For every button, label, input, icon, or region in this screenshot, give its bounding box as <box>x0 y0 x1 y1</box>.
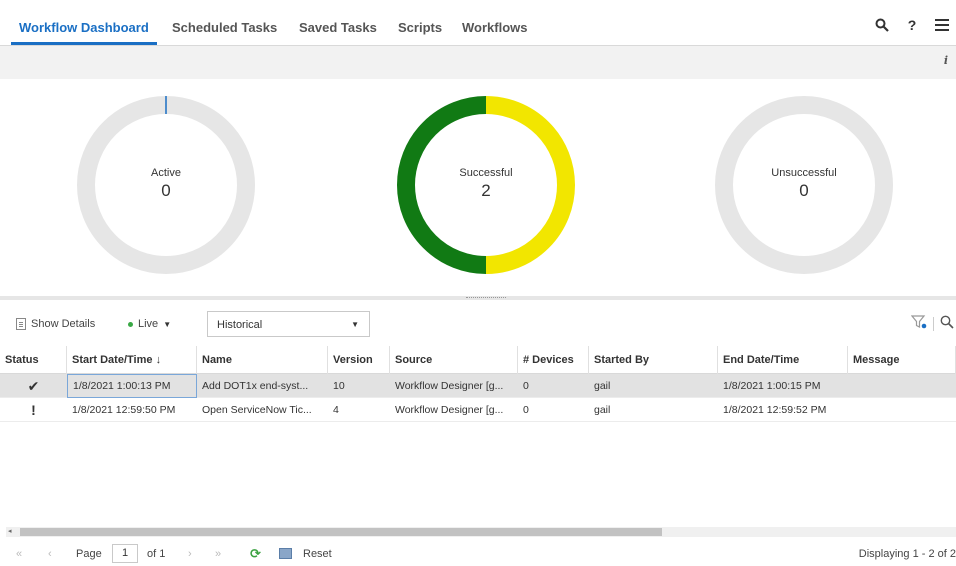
grid-toolbar: Show Details Live ▼ Historical ▼ <box>0 300 956 346</box>
cell-version[interactable]: 4 <box>328 398 390 422</box>
column-header-version[interactable]: Version <box>328 346 390 374</box>
live-status-dot-icon <box>128 321 133 327</box>
tab-workflows[interactable]: Workflows <box>462 20 528 35</box>
displaying-count: Displaying 1 - 2 of 2 <box>858 548 956 560</box>
caret-down-icon: ▼ <box>163 319 172 329</box>
tab-bar: Workflow Dashboard Scheduled Tasks Saved… <box>0 0 956 46</box>
column-header-name[interactable]: Name <box>197 346 328 374</box>
cell-name[interactable]: Add DOT1x end-syst... <box>197 374 328 398</box>
refresh-icon[interactable]: ⟳ <box>250 546 261 562</box>
column-header-status[interactable]: Status <box>0 346 67 374</box>
page-count-label: of 1 <box>147 548 166 560</box>
history-mode-value: Historical <box>217 319 263 331</box>
summary-charts: Active 0 Successful 2 Unsuccessful 0 <box>0 79 956 296</box>
workflow-history-table: Status Start Date/Time ↓ Name Version So… <box>0 346 956 422</box>
donut-value: 0 <box>799 181 809 200</box>
help-icon[interactable]: ? <box>904 17 920 33</box>
cell-version[interactable]: 10 <box>328 374 390 398</box>
unsuccessful-donut[interactable]: Unsuccessful 0 <box>714 95 894 275</box>
splitter-grip[interactable] <box>466 297 506 299</box>
active-donut[interactable]: Active 0 <box>76 95 256 275</box>
table-row[interactable]: ! 1/8/2021 12:59:50 PM Open ServiceNow T… <box>0 398 956 422</box>
show-details-label: Show Details <box>31 318 96 330</box>
last-page-icon[interactable]: » <box>215 548 221 560</box>
cell-source[interactable]: Workflow Designer [g... <box>390 398 518 422</box>
toolbar-separator <box>933 316 934 331</box>
show-details-button[interactable]: Show Details <box>16 318 95 330</box>
tab-saved-tasks[interactable]: Saved Tasks <box>299 20 377 35</box>
cell-message[interactable] <box>848 398 956 422</box>
column-header-message[interactable]: Message <box>848 346 956 374</box>
next-page-icon[interactable]: › <box>188 548 192 560</box>
column-header-end-date[interactable]: End Date/Time <box>718 346 848 374</box>
page-number-input[interactable]: 1 <box>112 544 138 563</box>
live-dropdown[interactable]: Live ▼ <box>128 318 171 330</box>
cell-devices[interactable]: 0 <box>518 398 589 422</box>
scrollbar-thumb[interactable] <box>20 528 662 536</box>
donut-label: Active <box>151 167 181 179</box>
cell-devices[interactable]: 0 <box>518 374 589 398</box>
cell-source[interactable]: Workflow Designer [g... <box>390 374 518 398</box>
column-header-start-date[interactable]: Start Date/Time ↓ <box>67 346 197 374</box>
successful-donut[interactable]: Successful 2 <box>396 95 576 275</box>
donut-label: Unsuccessful <box>771 167 837 179</box>
warning-exclamation-icon: ! <box>31 402 36 418</box>
info-icon[interactable]: i <box>944 54 948 67</box>
horizontal-scrollbar[interactable]: ◂ <box>6 527 956 537</box>
active-tab-indicator <box>11 42 157 45</box>
scroll-left-arrow-icon[interactable]: ◂ <box>8 527 12 535</box>
donut-label: Successful <box>459 167 513 179</box>
cell-started-by[interactable]: gail <box>589 374 718 398</box>
donut-value: 2 <box>481 181 491 200</box>
live-label: Live <box>138 318 159 330</box>
column-header-started-by[interactable]: Started By <box>589 346 718 374</box>
cell-name[interactable]: Open ServiceNow Tic... <box>197 398 328 422</box>
tab-scripts[interactable]: Scripts <box>398 20 442 35</box>
tab-scheduled-tasks[interactable]: Scheduled Tasks <box>172 20 277 35</box>
cell-end-date[interactable]: 1/8/2021 12:59:52 PM <box>718 398 848 422</box>
sort-down-icon: ↓ <box>155 354 162 366</box>
cell-start-date[interactable]: 1/8/2021 12:59:50 PM <box>67 398 197 422</box>
page-label: Page <box>76 548 102 560</box>
history-mode-select[interactable]: Historical ▼ <box>207 311 370 337</box>
table-row[interactable]: ✔ 1/8/2021 1:00:13 PM Add DOT1x end-syst… <box>0 374 956 398</box>
search-icon[interactable] <box>874 17 890 33</box>
reset-icon[interactable] <box>279 548 292 559</box>
table-header: Status Start Date/Time ↓ Name Version So… <box>0 346 956 374</box>
column-header-label: Start Date/Time <box>72 354 153 366</box>
filter-icon[interactable] <box>910 315 927 332</box>
success-check-icon: ✔ <box>27 378 40 394</box>
paging-toolbar: « ‹ Page 1 of 1 › » ⟳ Reset Displaying 1… <box>0 540 956 566</box>
donut-value: 0 <box>161 181 171 200</box>
document-icon <box>16 318 26 330</box>
column-header-source[interactable]: Source <box>390 346 518 374</box>
caret-down-icon: ▼ <box>351 320 359 329</box>
column-header-devices[interactable]: # Devices <box>518 346 589 374</box>
dashboard-header-strip: i <box>0 46 956 79</box>
previous-page-icon[interactable]: ‹ <box>48 548 52 560</box>
tab-workflow-dashboard[interactable]: Workflow Dashboard <box>19 20 149 35</box>
cell-message[interactable] <box>848 374 956 398</box>
first-page-icon[interactable]: « <box>16 548 22 560</box>
cell-started-by[interactable]: gail <box>589 398 718 422</box>
grid-search-icon[interactable] <box>940 315 954 332</box>
cell-start-date[interactable]: 1/8/2021 1:00:13 PM <box>67 374 197 398</box>
menu-icon[interactable] <box>934 17 950 33</box>
reset-button[interactable]: Reset <box>303 548 332 560</box>
cell-end-date[interactable]: 1/8/2021 1:00:15 PM <box>718 374 848 398</box>
